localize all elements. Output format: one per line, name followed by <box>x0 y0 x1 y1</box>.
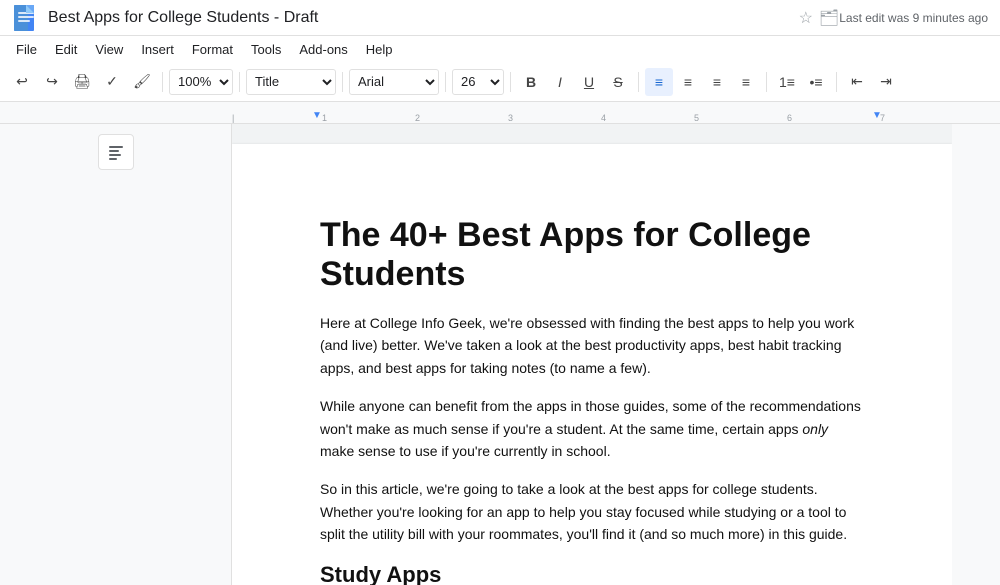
para2-post: make sense to use if you're currently in… <box>320 443 611 459</box>
underline-button[interactable]: U <box>575 68 603 96</box>
toolbar: ↩ ↪ 🖨 ✓ 🖌 100% 75% 150% Title Normal tex… <box>0 62 1000 102</box>
right-sidebar <box>952 124 1000 585</box>
align-center-button[interactable]: ≡ <box>674 68 702 96</box>
zoom-select[interactable]: 100% 75% 150% <box>169 69 233 95</box>
ruler: | 1 2 3 4 5 6 7 ▼ ▼ <box>0 102 1000 124</box>
style-select[interactable]: Title Normal text Heading 1 <box>246 69 336 95</box>
paragraph-2: While anyone can benefit from the apps i… <box>320 395 864 462</box>
sep3 <box>342 72 343 92</box>
para2-pre: While anyone can benefit from the apps i… <box>320 398 861 436</box>
menu-file[interactable]: File <box>8 40 45 59</box>
ruler-mark-6: 6 <box>787 113 792 123</box>
indent-group: ⇤ ⇥ <box>843 68 900 96</box>
menu-view[interactable]: View <box>87 40 131 59</box>
menu-tools[interactable]: Tools <box>243 40 289 59</box>
paint-format-button[interactable]: 🖌 <box>128 68 156 96</box>
size-select[interactable]: 26 12 14 18 <box>452 69 504 95</box>
ruler-mark-0: | <box>232 113 234 123</box>
align-left-button[interactable]: ≡ <box>645 68 673 96</box>
list-group: 1≡ •≡ <box>773 68 830 96</box>
sep6 <box>638 72 639 92</box>
sep4 <box>445 72 446 92</box>
menu-bar: File Edit View Insert Format Tools Add-o… <box>0 36 1000 62</box>
undo-button[interactable]: ↩ <box>8 68 36 96</box>
menu-help[interactable]: Help <box>358 40 401 59</box>
star-icon[interactable]: ☆ <box>799 8 813 28</box>
bold-button[interactable]: B <box>517 68 545 96</box>
ruler-tab-indicator: ▼ <box>312 110 322 121</box>
section-heading-study-apps: Study Apps <box>320 562 864 585</box>
document-main-title: The 40+ Best Apps for College Students <box>320 216 864 294</box>
format-group: B I U S <box>517 68 632 96</box>
doc-icon <box>12 4 40 32</box>
document-scroll-area[interactable]: The 40+ Best Apps for College Students H… <box>232 124 952 585</box>
menu-edit[interactable]: Edit <box>47 40 85 59</box>
document-title[interactable]: Best Apps for College Students - Draft <box>48 9 793 27</box>
ruler-mark-4: 4 <box>601 113 606 123</box>
menu-addons[interactable]: Add-ons <box>291 40 355 59</box>
indent-decrease-button[interactable]: ⇤ <box>843 68 871 96</box>
ruler-end-indicator: ▼ <box>872 110 882 121</box>
sep1 <box>162 72 163 92</box>
ordered-list-button[interactable]: 1≡ <box>773 68 801 96</box>
font-select[interactable]: Arial Times New Roman <box>349 69 439 95</box>
sep2 <box>239 72 240 92</box>
paragraph-1: Here at College Info Geek, we're obsesse… <box>320 312 864 379</box>
spellcheck-button[interactable]: ✓ <box>98 68 126 96</box>
redo-button[interactable]: ↪ <box>38 68 66 96</box>
sep7 <box>766 72 767 92</box>
align-justify-button[interactable]: ≡ <box>732 68 760 96</box>
folder-icon[interactable]: 🗂 <box>819 8 839 28</box>
italic-button[interactable]: I <box>546 68 574 96</box>
indent-increase-button[interactable]: ⇥ <box>872 68 900 96</box>
print-button[interactable]: 🖨 <box>68 68 96 96</box>
title-bar: Best Apps for College Students - Draft ☆… <box>0 0 1000 36</box>
main-area: The 40+ Best Apps for College Students H… <box>0 124 1000 585</box>
ruler-mark-5: 5 <box>694 113 699 123</box>
paragraph-3: So in this article, we're going to take … <box>320 478 864 545</box>
ruler-mark-3: 3 <box>508 113 513 123</box>
align-group: ≡ ≡ ≡ ≡ <box>645 68 760 96</box>
para2-italic: only <box>802 421 828 437</box>
last-edit-text: Last edit was 9 minutes ago <box>839 11 988 25</box>
document-page: The 40+ Best Apps for College Students H… <box>232 144 952 585</box>
ruler-mark-1: 1 <box>322 113 327 123</box>
unordered-list-button[interactable]: •≡ <box>802 68 830 96</box>
menu-insert[interactable]: Insert <box>133 40 182 59</box>
sep5 <box>510 72 511 92</box>
menu-format[interactable]: Format <box>184 40 241 59</box>
align-right-button[interactable]: ≡ <box>703 68 731 96</box>
sep8 <box>836 72 837 92</box>
ruler-mark-2: 2 <box>415 113 420 123</box>
outline-button[interactable] <box>98 134 134 170</box>
strikethrough-button[interactable]: S <box>604 68 632 96</box>
left-sidebar <box>0 124 232 585</box>
